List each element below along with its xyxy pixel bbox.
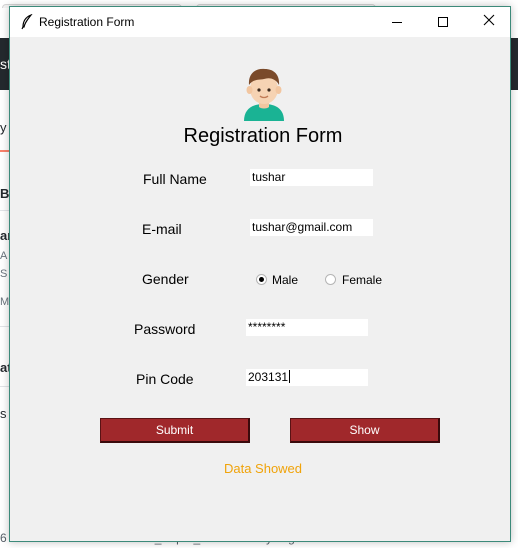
background-text-fragment: A: [0, 250, 8, 262]
gender-label: Gender: [142, 271, 189, 287]
form-content: Registration Form Full Name tushar E-mai…: [10, 37, 510, 541]
background-text-fragment: S: [0, 268, 8, 280]
password-label: Password: [134, 321, 196, 337]
close-icon: [483, 13, 495, 31]
form-heading: Registration Form: [183, 125, 343, 147]
window-title: Registration Form: [39, 15, 135, 29]
feather-icon: [20, 13, 34, 30]
pin-code-input[interactable]: 203131: [246, 369, 368, 386]
close-button[interactable]: [466, 7, 512, 37]
full-name-input[interactable]: tushar: [250, 169, 373, 186]
status-message: Data Showed: [223, 461, 303, 476]
maximize-button[interactable]: [420, 7, 466, 37]
gender-male-radio[interactable]: [256, 274, 267, 285]
password-input[interactable]: ********: [246, 319, 368, 336]
user-avatar-icon: [240, 63, 288, 121]
gender-male-label[interactable]: Male: [272, 273, 298, 287]
minimize-icon: [392, 21, 402, 23]
pin-code-value: 203131: [248, 370, 289, 384]
pin-code-label: Pin Code: [136, 371, 194, 387]
minimize-button[interactable]: [374, 7, 420, 37]
email-input[interactable]: tushar@gmail.com: [250, 219, 373, 236]
show-button[interactable]: Show: [290, 418, 440, 443]
full-name-label: Full Name: [143, 171, 207, 187]
email-label: E-mail: [142, 221, 182, 237]
background-text-fragment: s: [0, 406, 7, 421]
background-text-fragment: y: [0, 120, 7, 135]
title-bar[interactable]: Registration Form: [10, 7, 510, 37]
gender-female-label[interactable]: Female: [342, 273, 382, 287]
submit-button[interactable]: Submit: [100, 418, 250, 443]
gender-female-radio[interactable]: [325, 274, 336, 285]
maximize-icon: [438, 17, 448, 27]
registration-window: Registration Form Registration Form Full…: [9, 6, 511, 542]
text-cursor: [289, 370, 291, 383]
